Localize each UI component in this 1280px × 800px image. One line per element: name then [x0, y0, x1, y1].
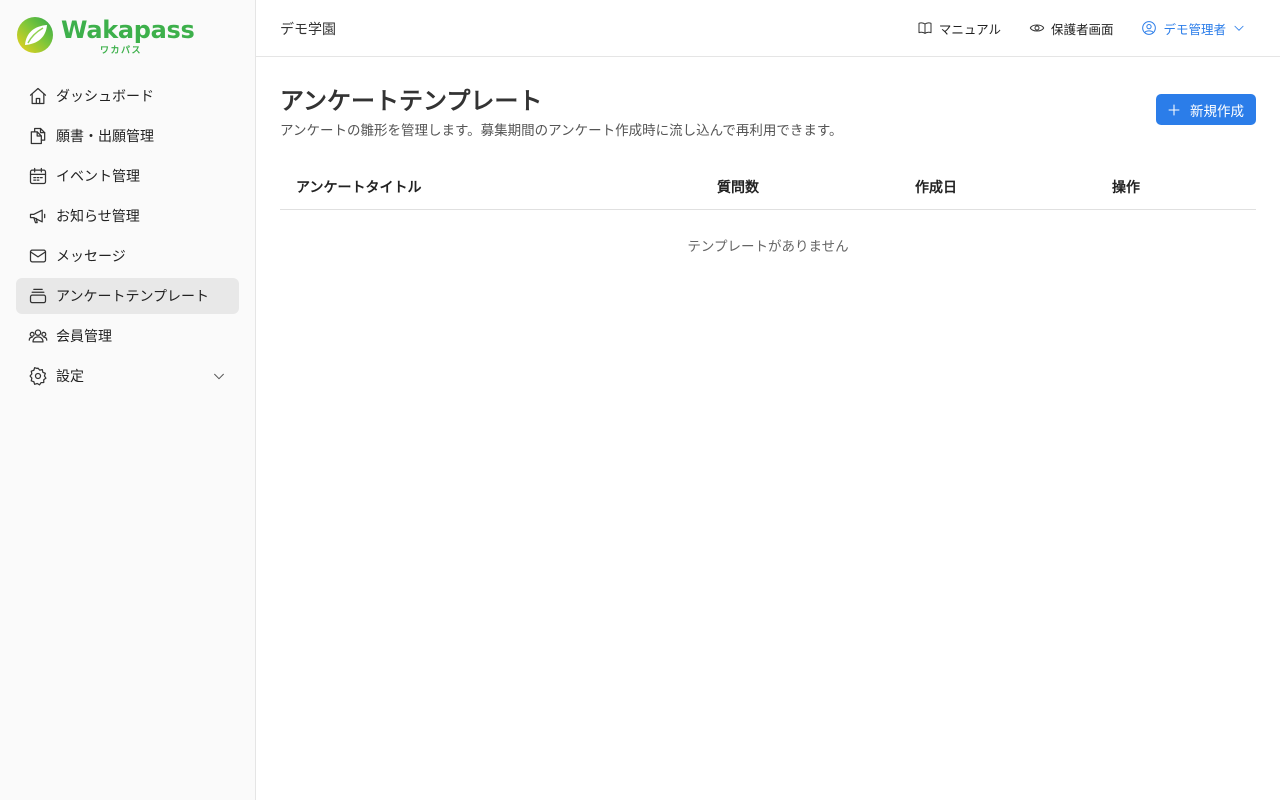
user-name: デモ管理者 [1163, 21, 1226, 37]
sidebar-item-label: イベント管理 [56, 169, 140, 185]
sidebar-item-survey-templates[interactable]: アンケートテンプレート [16, 278, 239, 314]
templates-table: アンケートタイトル 質問数 作成日 操作 テンプレートがありません [280, 165, 1256, 278]
book-icon [918, 22, 932, 34]
brand-logo[interactable]: Wakapass ワカパス [16, 16, 195, 56]
top-bar: デモ学園 マニュアル 保護者画面 デモ管理者 [256, 0, 1280, 57]
documents-icon [28, 126, 48, 146]
users-icon [28, 326, 48, 346]
stack-icon [28, 286, 48, 306]
column-header-actions: 操作 [1112, 180, 1140, 196]
sidebar-item-dashboard[interactable]: ダッシュボード [16, 78, 239, 114]
mail-icon [28, 246, 48, 266]
column-header-created-date[interactable]: 作成日 [915, 177, 957, 197]
sidebar-item-label: ダッシュボード [56, 89, 154, 105]
empty-state-text: テンプレートがありません [687, 239, 849, 255]
manual-label: マニュアル [938, 21, 1001, 37]
sidebar-item-label: 設定 [56, 369, 84, 385]
empty-state: テンプレートがありません [280, 210, 1256, 278]
sidebar: Wakapass ワカパス ダッシュボード 願書・出願管理 イベント管理 お知ら… [0, 0, 256, 800]
column-header-question-count[interactable]: 質問数 [717, 177, 759, 197]
sidebar-item-label: アンケートテンプレート [56, 289, 210, 305]
sidebar-item-applications[interactable]: 願書・出願管理 [16, 118, 239, 154]
sidebar-item-settings[interactable]: 設定 [16, 358, 239, 394]
sidebar-item-events[interactable]: イベント管理 [16, 158, 239, 194]
brand-name: Wakapass [61, 16, 195, 44]
guardian-view-label: 保護者画面 [1050, 21, 1114, 37]
column-header-title[interactable]: アンケートタイトル [296, 177, 421, 197]
page-title: アンケートテンプレート [280, 87, 543, 115]
plus-icon [1168, 104, 1180, 115]
leaf-logo-icon [17, 17, 53, 53]
sidebar-nav: ダッシュボード 願書・出願管理 イベント管理 お知らせ管理 メッセージ アンケー… [16, 78, 239, 398]
eye-icon [1029, 24, 1045, 32]
new-template-button[interactable]: 新規作成 [1156, 94, 1256, 125]
top-actions: マニュアル 保護者画面 デモ管理者 [889, 18, 1246, 38]
home-icon [28, 86, 48, 106]
user-menu[interactable]: デモ管理者 [1141, 19, 1246, 38]
table-header: アンケートタイトル 質問数 作成日 操作 [280, 165, 1256, 210]
megaphone-icon [28, 206, 48, 226]
school-name: デモ学園 [280, 22, 336, 38]
chevron-down-icon [1234, 25, 1244, 31]
user-circle-icon [1142, 21, 1157, 35]
manual-link[interactable]: マニュアル [917, 19, 1001, 38]
sidebar-item-members[interactable]: 会員管理 [16, 318, 239, 354]
sidebar-item-announcements[interactable]: お知らせ管理 [16, 198, 239, 234]
page-description: アンケートの雛形を管理します。募集期間のアンケート作成時に流し込んで再利用できま… [280, 123, 843, 139]
sidebar-item-label: メッセージ [56, 249, 126, 265]
sidebar-item-messages[interactable]: メッセージ [16, 238, 239, 274]
sidebar-item-label: お知らせ管理 [56, 209, 140, 225]
chevron-down-icon[interactable] [211, 368, 227, 384]
calendar-icon [28, 166, 48, 186]
guardian-view-link[interactable]: 保護者画面 [1029, 19, 1114, 38]
gear-icon [28, 366, 48, 386]
new-template-label: 新規作成 [1190, 103, 1244, 119]
sidebar-item-label: 願書・出願管理 [56, 129, 154, 145]
sidebar-item-label: 会員管理 [56, 329, 112, 345]
brand-kana: ワカパス [100, 46, 143, 56]
